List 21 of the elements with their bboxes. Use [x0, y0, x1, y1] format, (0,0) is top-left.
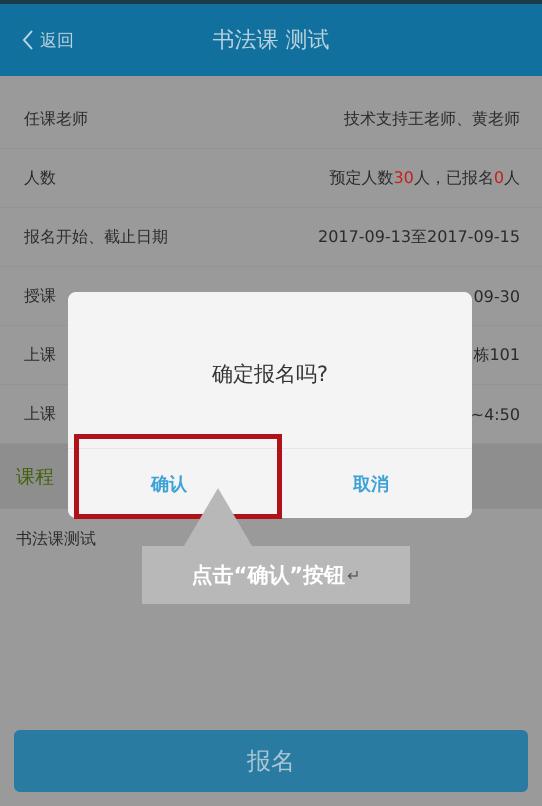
- back-link[interactable]: 返回: [22, 28, 74, 52]
- row-value: ~4:50: [470, 404, 520, 424]
- row-value: 预定人数30人，已报名 0人: [329, 168, 520, 188]
- row-label: 授课: [24, 286, 56, 306]
- dialog-button[interactable]: 取消: [270, 449, 472, 518]
- row-value: 2017-09-13至2017-09-15: [318, 226, 520, 248]
- row-label: 报名开始、截止日期: [24, 226, 168, 248]
- signup-button[interactable]: 报名: [14, 730, 528, 792]
- return-mark: ↵: [347, 566, 360, 584]
- dialog-message: 确定报名吗?: [210, 361, 330, 388]
- page-title: 书法课 测试: [212, 27, 330, 55]
- row-label: 任课老师: [24, 108, 88, 130]
- section-title: 课程: [16, 464, 54, 490]
- row-label: 人数: [24, 168, 56, 188]
- row-label: 上课: [24, 404, 56, 424]
- row-value: 栋101: [473, 344, 520, 366]
- row-label: 上课: [24, 344, 56, 366]
- callout-text: 点击“确认”按钮: [191, 562, 346, 589]
- row-value: 技术支持王老师、黄老师: [344, 108, 520, 130]
- chevron-left-icon: [22, 29, 34, 51]
- row-value: 09-30: [474, 286, 520, 306]
